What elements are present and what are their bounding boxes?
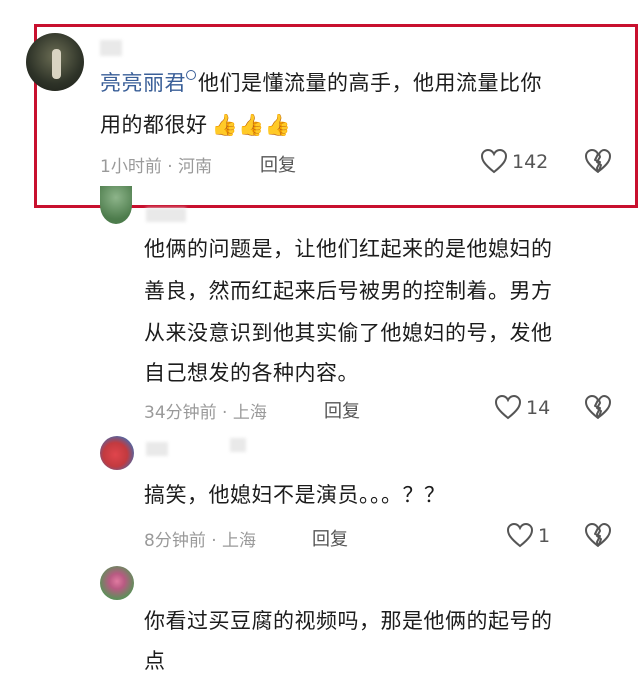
heart-icon[interactable]	[506, 522, 534, 548]
location: 上海	[222, 531, 257, 551]
avatar[interactable]	[100, 186, 132, 224]
comment-meta: 34分钟前 · 上海	[144, 403, 267, 423]
search-icon[interactable]	[186, 70, 196, 80]
comment-text-line: 搞笑，他媳妇不是演员。。。？？	[144, 483, 446, 507]
broken-heart-icon[interactable]	[584, 148, 612, 174]
comment-meta: 8分钟前 · 上海	[144, 531, 257, 551]
like-count: 142	[512, 151, 549, 173]
comment-text: 亮亮丽君 他们是懂流量的高手，他用流量比你	[100, 70, 542, 95]
like-count: 1	[538, 525, 551, 547]
reply-button[interactable]: 回复	[324, 397, 360, 423]
username[interactable]: 亮亮丽君	[100, 71, 186, 95]
comment-text-line: 点	[144, 649, 166, 673]
comment-text-line: 用的都很好 👍👍👍	[100, 113, 292, 137]
broken-heart-icon[interactable]	[584, 522, 612, 548]
comment-meta: 1小时前 · 河南	[100, 157, 213, 177]
comment-text-line: 从来没意识到他其实偷了他媳妇的号，发他	[144, 321, 553, 345]
blurred-name	[230, 438, 246, 452]
thumbs-up-icon: 👍👍👍	[211, 113, 292, 137]
comment-text-line: 他俩的问题是，让他们红起来的是他媳妇的	[144, 237, 553, 261]
comment-text-line: 善良，然而红起来后号被男的控制着。男方	[144, 279, 553, 303]
avatar[interactable]	[100, 436, 134, 470]
comment-text-line: 你看过买豆腐的视频吗，那是他俩的起号的	[144, 609, 553, 633]
comment-text-line: 自己想发的各种内容。	[144, 361, 359, 385]
timestamp: 34分钟前	[144, 403, 217, 423]
avatar[interactable]	[26, 33, 84, 91]
reply-button[interactable]: 回复	[260, 151, 296, 177]
heart-icon[interactable]	[494, 394, 522, 420]
blurred-name	[146, 208, 186, 222]
broken-heart-icon[interactable]	[584, 394, 612, 420]
blurred-name	[146, 442, 168, 456]
location: 上海	[232, 403, 267, 423]
blurred-name	[100, 40, 122, 56]
timestamp: 8分钟前	[144, 531, 206, 551]
avatar[interactable]	[100, 566, 134, 600]
like-count: 14	[526, 397, 551, 419]
reply-button[interactable]: 回复	[312, 525, 348, 551]
heart-icon[interactable]	[480, 148, 508, 174]
location: 河南	[178, 157, 213, 177]
timestamp: 1小时前	[100, 157, 162, 177]
